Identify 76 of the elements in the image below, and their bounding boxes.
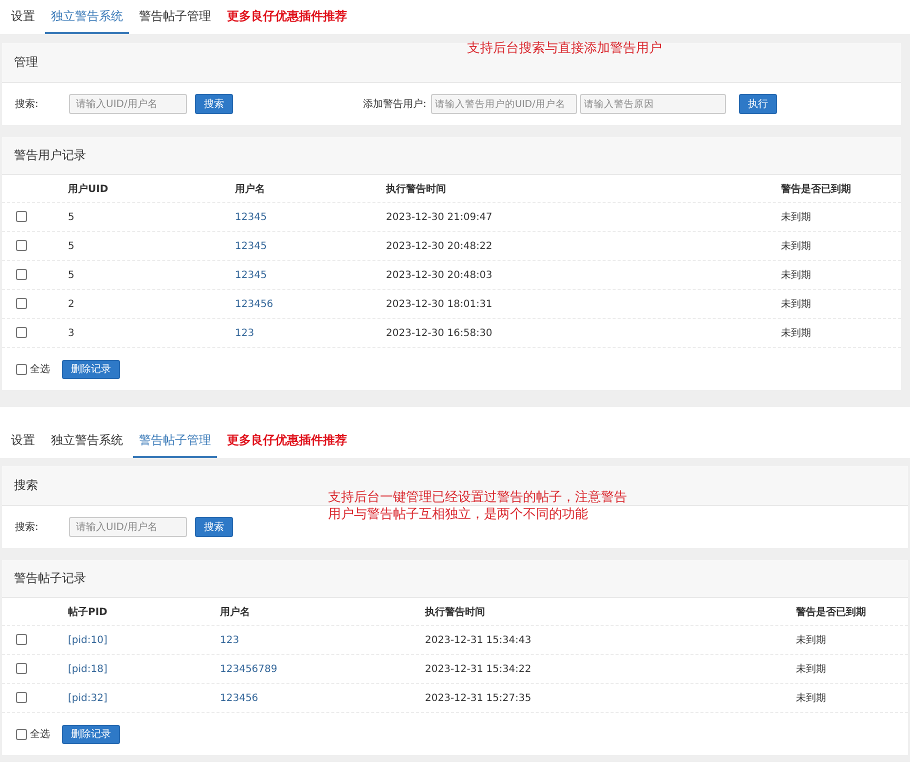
delete-button[interactable]: 删除记录	[62, 360, 120, 378]
table-cell: 未到期	[781, 299, 811, 310]
column-header: 帖子PID	[68, 606, 108, 618]
input-field[interactable]: 请输入警告用户的UID/用户名	[431, 94, 577, 114]
table-cell: 未到期	[781, 328, 811, 339]
table-cell: 未到期	[796, 664, 826, 675]
delete-button[interactable]: 删除记录	[62, 724, 120, 744]
checkbox[interactable]	[16, 634, 27, 646]
panel-title: 警告用户记录	[14, 147, 86, 164]
checkbox[interactable]	[16, 663, 27, 674]
column-header: 执行警告时间	[425, 606, 486, 618]
select-all-label[interactable]: 全选	[30, 727, 50, 741]
table-cell: 未到期	[781, 241, 811, 252]
input-field[interactable]: 请输入警告原因	[580, 94, 726, 114]
tab[interactable]: 更多良仔优惠插件推荐	[221, 0, 353, 34]
checkbox[interactable]	[16, 298, 27, 310]
table-cell: 未到期	[781, 270, 811, 281]
panel-title: 管理	[14, 54, 38, 71]
search-button[interactable]: 搜索	[195, 517, 233, 537]
column-header: 用户名	[220, 605, 251, 618]
link-cell[interactable]: [pid:32]	[68, 692, 108, 704]
tab[interactable]: 更多良仔优惠插件推荐	[221, 424, 353, 458]
annotation-text: 支持后台一键管理已经设置过警告的帖子，注意警告 用户与警告帖子互相独立，是两个不同的功能	[328, 489, 627, 523]
table-cell: 2023-12-31 15:27:35	[425, 692, 532, 704]
table-cell: 2023-12-31 15:34:43	[425, 634, 532, 646]
link-cell[interactable]: 123	[235, 328, 254, 338]
column-header: 警告是否已到期	[796, 606, 867, 618]
link-cell[interactable]: 123456	[220, 692, 258, 704]
table-cell: 2023-12-31 15:34:22	[425, 664, 532, 674]
execute-button[interactable]: 执行	[739, 94, 777, 114]
link-cell[interactable]: 123456789	[220, 664, 278, 674]
table-cell: 2023-12-30 20:48:03	[386, 270, 492, 280]
checkbox[interactable]	[16, 327, 27, 338]
tab[interactable]: 设置	[5, 0, 41, 34]
search-field[interactable]: 请输入UID/用户名	[69, 94, 187, 114]
table-cell: 2023-12-30 21:09:47	[386, 212, 492, 222]
table-cell: 5	[68, 270, 74, 280]
search-field[interactable]: 请输入UID/用户名	[69, 517, 187, 537]
tab[interactable]: 独立警告系统	[45, 424, 129, 458]
column-header: 警告是否已到期	[781, 182, 852, 196]
tab[interactable]: 设置	[5, 424, 41, 458]
link-cell[interactable]: [pid:10]	[68, 634, 108, 646]
table-cell: 未到期	[781, 212, 811, 223]
field-label: 添加警告用户:	[363, 98, 428, 111]
link-cell[interactable]: 12345	[235, 240, 267, 252]
link-cell[interactable]: 123456	[235, 298, 274, 310]
table-cell: 2023-12-30 16:58:30	[386, 328, 492, 338]
table-cell: 2023-12-30 20:48:22	[386, 240, 492, 252]
table-cell: 未到期	[796, 693, 826, 704]
checkbox[interactable]	[16, 211, 27, 222]
field-label: 搜索:	[15, 98, 40, 111]
checkbox[interactable]	[16, 364, 27, 374]
search-button[interactable]: 搜索	[195, 94, 233, 114]
field-label: 搜索:	[15, 520, 40, 534]
table-cell: 未到期	[796, 635, 826, 646]
checkbox[interactable]	[16, 240, 27, 252]
checkbox[interactable]	[16, 269, 27, 280]
checkbox[interactable]	[16, 728, 27, 740]
panel-title: 警告帖子记录	[14, 570, 86, 587]
link-cell[interactable]: 12345	[235, 270, 267, 280]
column-header: 用户名	[235, 182, 266, 196]
table-cell: 2023-12-30 18:01:31	[386, 298, 492, 310]
tab[interactable]: 警告帖子管理	[133, 0, 217, 34]
table-cell: 3	[68, 328, 74, 338]
column-header: 用户UID	[68, 182, 110, 196]
checkbox[interactable]	[16, 692, 27, 704]
select-all-label[interactable]: 全选	[30, 362, 50, 376]
link-cell[interactable]: [pid:18]	[68, 664, 108, 674]
annotation-text: 支持后台搜索与直接添加警告用户	[467, 40, 662, 57]
table-cell: 5	[68, 212, 74, 222]
link-cell[interactable]: 12345	[235, 212, 267, 222]
link-cell[interactable]: 123	[220, 634, 240, 646]
panel-title: 搜索	[14, 477, 38, 494]
table-cell: 5	[68, 240, 74, 252]
table-cell: 2	[68, 298, 74, 310]
column-header: 执行警告时间	[386, 182, 447, 196]
